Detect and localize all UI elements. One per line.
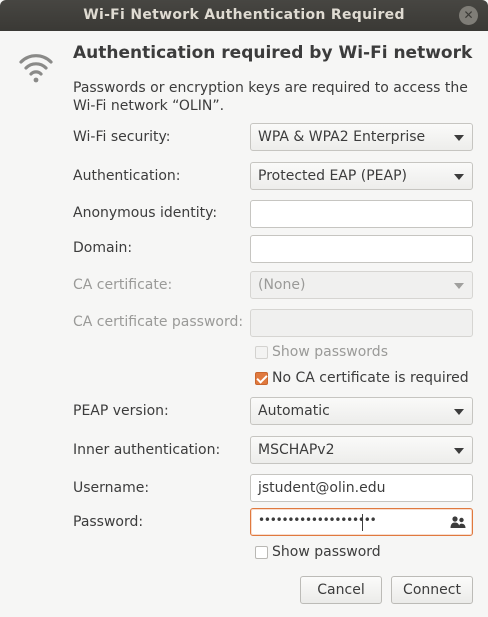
wifi-security-value: WPA & WPA2 Enterprise xyxy=(258,129,426,145)
ca-certificate-password-input xyxy=(250,309,473,337)
ca-certificate-password-label: CA certificate password: xyxy=(73,314,244,330)
wifi-security-select[interactable]: WPA & WPA2 Enterprise xyxy=(250,123,473,151)
show-password-label[interactable]: Show password xyxy=(272,544,381,560)
cancel-button[interactable]: Cancel xyxy=(300,576,382,604)
people-icon[interactable] xyxy=(450,515,466,529)
authentication-select[interactable]: Protected EAP (PEAP) xyxy=(250,162,473,190)
dialog-description: Passwords or encryption keys are require… xyxy=(73,80,468,114)
chevron-down-icon xyxy=(454,135,464,141)
authentication-label: Authentication: xyxy=(73,168,181,184)
ca-certificate-select: (None) xyxy=(250,271,473,299)
no-ca-required-label[interactable]: No CA certificate is required xyxy=(272,370,469,386)
show-password-checkbox[interactable] xyxy=(255,546,268,559)
password-input[interactable]: •••••••••••••••••••• xyxy=(250,508,473,536)
no-ca-required-checkbox[interactable] xyxy=(255,372,268,385)
authentication-value: Protected EAP (PEAP) xyxy=(258,168,407,184)
chevron-down-icon xyxy=(454,174,464,180)
connect-button[interactable]: Connect xyxy=(391,576,473,604)
username-label: Username: xyxy=(73,480,150,496)
domain-label: Domain: xyxy=(73,240,133,256)
ca-certificate-value: (None) xyxy=(258,277,306,293)
inner-authentication-select[interactable]: MSCHAPv2 xyxy=(250,436,473,464)
ca-certificate-label: CA certificate: xyxy=(73,277,173,293)
peap-version-label: PEAP version: xyxy=(73,403,169,419)
wifi-security-label: Wi-Fi security: xyxy=(73,129,171,145)
username-input[interactable]: jstudent@olin.edu xyxy=(250,474,473,502)
show-passwords-checkbox xyxy=(255,346,268,359)
inner-authentication-label: Inner authentication: xyxy=(73,442,221,458)
password-label: Password: xyxy=(73,514,144,530)
anonymous-identity-label: Anonymous identity: xyxy=(73,205,218,221)
text-caret xyxy=(362,514,363,531)
chevron-down-icon xyxy=(454,409,464,415)
dialog-heading: Authentication required by Wi-Fi network xyxy=(73,43,473,63)
close-icon[interactable]: ✕ xyxy=(459,6,478,25)
wifi-icon xyxy=(19,54,53,83)
window-title: Wi-Fi Network Authentication Required xyxy=(83,7,405,23)
chevron-down-icon xyxy=(454,448,464,454)
peap-version-select[interactable]: Automatic xyxy=(250,397,473,425)
chevron-down-icon xyxy=(454,283,464,289)
domain-input[interactable] xyxy=(250,235,473,263)
username-value: jstudent@olin.edu xyxy=(258,480,386,496)
show-passwords-label: Show passwords xyxy=(272,344,388,360)
peap-version-value: Automatic xyxy=(258,403,330,419)
password-value: •••••••••••••••••••• xyxy=(258,513,377,527)
title-bar[interactable]: Wi-Fi Network Authentication Required ✕ xyxy=(0,0,488,31)
inner-authentication-value: MSCHAPv2 xyxy=(258,442,335,458)
anonymous-identity-input[interactable] xyxy=(250,200,473,228)
